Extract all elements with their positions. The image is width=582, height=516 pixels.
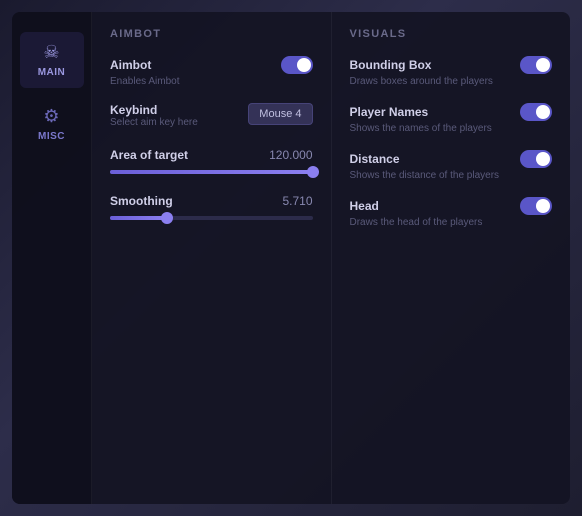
player-names-description: Shows the names of the players — [350, 123, 553, 134]
player-names-header: Player Names — [350, 103, 553, 121]
smoothing-header: Smoothing 5.710 — [110, 194, 313, 208]
sidebar-item-misc-label: MISC — [38, 131, 65, 142]
bounding-box-header: Bounding Box — [350, 56, 553, 74]
area-of-target-value: 120.000 — [269, 148, 312, 162]
smoothing-thumb[interactable] — [161, 212, 173, 224]
smoothing-name: Smoothing — [110, 194, 173, 208]
player-names-name: Player Names — [350, 105, 429, 119]
player-names-row: Player Names Shows the names of the play… — [350, 103, 553, 134]
area-of-target-slider[interactable] — [110, 170, 313, 174]
distance-header: Distance — [350, 150, 553, 168]
aimbot-setting-name: Aimbot — [110, 58, 151, 72]
head-name: Head — [350, 199, 379, 213]
bounding-box-row: Bounding Box Draws boxes around the play… — [350, 56, 553, 87]
keybind-row: Keybind Select aim key here Mouse 4 — [110, 103, 313, 132]
skull-icon: ☠ — [43, 42, 59, 63]
keybind-info: Keybind Select aim key here — [110, 103, 248, 132]
bounding-box-name: Bounding Box — [350, 58, 432, 72]
head-header: Head — [350, 197, 553, 215]
area-of-target-row: Area of target 120.000 — [110, 148, 313, 174]
keybind-badge[interactable]: Mouse 4 — [248, 103, 312, 125]
area-of-target-header: Area of target 120.000 — [110, 148, 313, 162]
aimbot-description: Enables Aimbot — [110, 76, 313, 87]
smoothing-row: Smoothing 5.710 — [110, 194, 313, 220]
sidebar-item-main-label: MAIN — [38, 67, 66, 78]
aimbot-setting-row: Aimbot Enables Aimbot — [110, 56, 313, 87]
visuals-title: VISUALS — [350, 28, 553, 40]
aimbot-toggle[interactable] — [281, 56, 313, 74]
bounding-box-description: Draws boxes around the players — [350, 76, 553, 87]
smoothing-slider[interactable] — [110, 216, 313, 220]
area-of-target-thumb[interactable] — [307, 166, 319, 178]
smoothing-fill — [110, 216, 167, 220]
area-of-target-name: Area of target — [110, 148, 188, 162]
sidebar: ☠ MAIN ⚙ MISC — [12, 12, 92, 504]
aimbot-title: AIMBOT — [110, 28, 313, 40]
head-row: Head Draws the head of the players — [350, 197, 553, 228]
gear-icon: ⚙ — [43, 106, 59, 127]
sidebar-item-misc[interactable]: ⚙ MISC — [20, 96, 84, 152]
distance-row: Distance Shows the distance of the playe… — [350, 150, 553, 181]
keybind-name: Keybind — [110, 103, 248, 117]
player-names-toggle[interactable] — [520, 103, 552, 121]
visuals-panel: VISUALS Bounding Box Draws boxes around … — [332, 12, 571, 504]
distance-toggle[interactable] — [520, 150, 552, 168]
keybind-description: Select aim key here — [110, 117, 248, 128]
bounding-box-toggle[interactable] — [520, 56, 552, 74]
content-area: AIMBOT Aimbot Enables Aimbot Keybind Sel… — [92, 12, 570, 504]
head-toggle[interactable] — [520, 197, 552, 215]
aimbot-panel: AIMBOT Aimbot Enables Aimbot Keybind Sel… — [92, 12, 332, 504]
area-of-target-fill — [110, 170, 313, 174]
sidebar-item-main[interactable]: ☠ MAIN — [20, 32, 84, 88]
distance-name: Distance — [350, 152, 400, 166]
aimbot-setting-header: Aimbot — [110, 56, 313, 74]
head-description: Draws the head of the players — [350, 217, 553, 228]
distance-description: Shows the distance of the players — [350, 170, 553, 181]
smoothing-value: 5.710 — [282, 194, 312, 208]
app-container: ☠ MAIN ⚙ MISC AIMBOT Aimbot Enables Aimb… — [12, 12, 570, 504]
